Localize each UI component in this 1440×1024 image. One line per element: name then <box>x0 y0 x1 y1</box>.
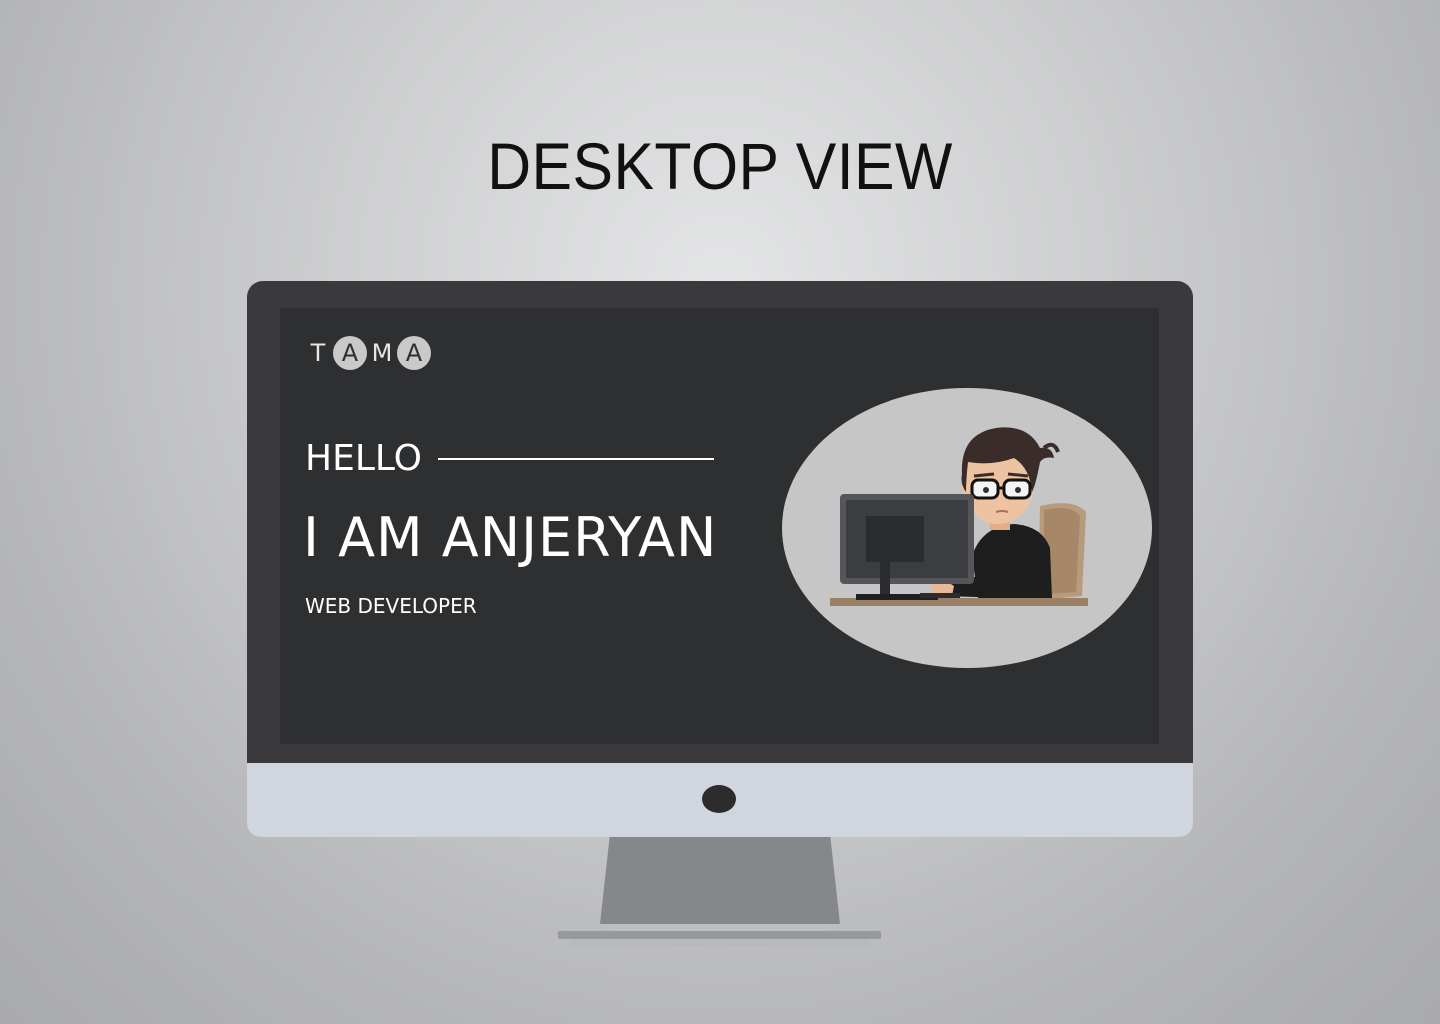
website-screen: T A M A HELLO I AM ANJERYAN WEB DEVELOPE… <box>280 308 1159 744</box>
monitor-stand-neck <box>600 837 840 924</box>
greeting-divider-line <box>437 457 714 460</box>
developer-at-computer-illustration-icon <box>830 427 1088 606</box>
monitor-bezel: T A M A HELLO I AM ANJERYAN WEB DEVELOPE… <box>247 281 1193 763</box>
logo-letter-m: M <box>371 339 393 367</box>
hero-name-heading: I AM ANJERYAN <box>303 506 718 569</box>
greeting-row: HELLO <box>305 438 714 479</box>
monitor-chin <box>247 763 1193 837</box>
monitor-stand-base <box>558 931 881 939</box>
hero-role-subtitle: WEB DEVELOPER <box>305 594 477 618</box>
avatar-oval <box>782 388 1152 668</box>
logo-letter-a-circled: A <box>333 336 367 370</box>
site-logo[interactable]: T A M A <box>305 336 431 370</box>
logo-letter-t: T <box>310 339 326 367</box>
page-title: DESKTOP VIEW <box>487 129 953 203</box>
desktop-monitor-mockup: T A M A HELLO I AM ANJERYAN WEB DEVELOPE… <box>247 281 1193 837</box>
logo-letter-a-circled: A <box>397 336 431 370</box>
logo-dot-icon <box>702 785 736 813</box>
greeting-text: HELLO <box>305 438 422 479</box>
monitor-stand-shadow <box>570 939 870 947</box>
